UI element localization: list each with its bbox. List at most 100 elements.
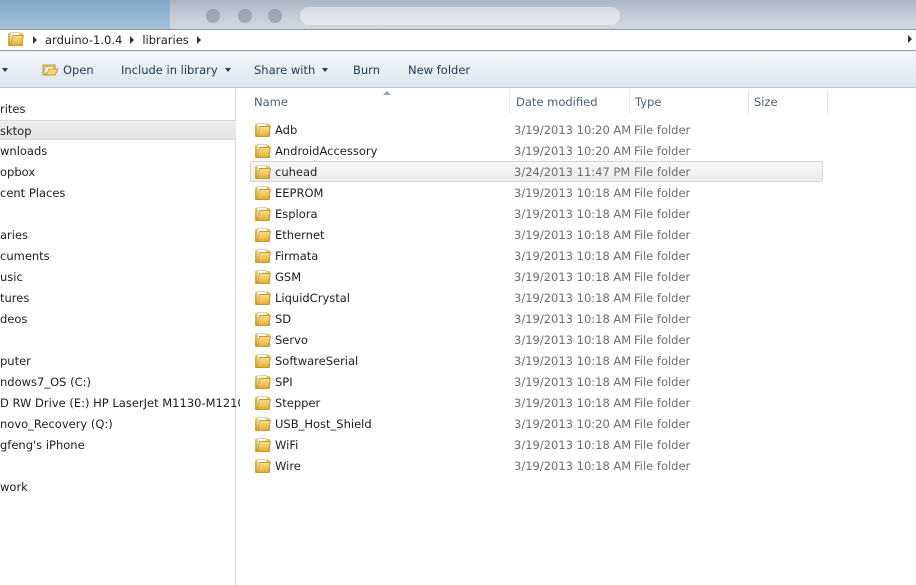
table-row[interactable]: Wire 3/19/2013 10:18 AM File folder <box>251 456 824 477</box>
file-date-modified: 3/24/2013 11:47 PM <box>514 165 631 179</box>
open-button[interactable]: Open <box>36 58 100 82</box>
organize-arrow[interactable] <box>0 58 14 82</box>
table-row[interactable]: cuhead 3/24/2013 11:47 PM File folder <box>250 161 823 182</box>
table-row[interactable]: Ethernet 3/19/2013 10:18 AM File folder <box>251 225 824 246</box>
nav-item-network[interactable]: work <box>0 477 28 497</box>
column-size-label: Size <box>754 95 778 109</box>
breadcrumb-chevron-icon[interactable] <box>33 36 37 44</box>
nav-item-pictures[interactable]: tures <box>0 288 29 308</box>
nav-item-dropbox[interactable]: opbox <box>0 162 35 182</box>
file-date-modified: 3/19/2013 10:18 AM <box>514 312 632 326</box>
file-date-modified: 3/19/2013 10:18 AM <box>514 459 632 473</box>
table-row[interactable]: Adb 3/19/2013 10:20 AM File folder <box>251 120 824 141</box>
nav-item-windows7-os[interactable]: ndows7_OS (C:) <box>0 372 91 392</box>
folder-icon <box>255 354 271 371</box>
blurred-forward-icon <box>238 9 252 23</box>
file-name: GSM <box>275 270 302 284</box>
breadcrumb-arduino[interactable]: arduino-1.0.4 <box>45 33 122 47</box>
folder-icon <box>255 165 271 182</box>
folder-icon <box>255 270 271 287</box>
table-row[interactable]: AndroidAccessory 3/19/2013 10:20 AM File f… <box>251 141 824 162</box>
nav-item-downloads[interactable]: wnloads <box>0 141 47 161</box>
blurred-url-bar <box>300 7 620 25</box>
table-row[interactable]: SoftwareSerial 3/19/2013 10:18 AM File fol… <box>251 351 824 372</box>
nav-item-dvd-drive[interactable]: D RW Drive (E:) HP LaserJet M1130-M1210 … <box>0 393 263 413</box>
nav-item-desktop[interactable]: sktop <box>0 120 236 140</box>
column-headers: Name Date modified Type Size <box>240 90 916 114</box>
new-folder-button[interactable]: New folder <box>402 58 476 82</box>
file-name: USB_Host_Shield <box>275 417 372 431</box>
file-date-modified: 3/19/2013 10:18 AM <box>514 354 632 368</box>
file-type: File folder <box>634 249 691 263</box>
table-row[interactable]: WiFi 3/19/2013 10:18 AM File folder <box>251 435 824 456</box>
table-row[interactable]: Firmata 3/19/2013 10:18 AM File folder <box>251 246 824 267</box>
file-date-modified: 3/19/2013 10:18 AM <box>514 249 632 263</box>
file-name: Servo <box>275 333 308 347</box>
file-list-pane[interactable]: Name Date modified Type Size Adb 3/19/201… <box>240 88 916 585</box>
nav-item-iphone[interactable]: gfeng's iPhone <box>0 435 85 455</box>
folder-icon <box>255 438 271 455</box>
background-blur <box>0 0 170 30</box>
file-date-modified: 3/19/2013 10:20 AM <box>514 417 632 431</box>
file-type: File folder <box>634 228 691 242</box>
file-date-modified: 3/19/2013 10:18 AM <box>514 228 632 242</box>
column-header-date[interactable]: Date modified <box>510 90 630 114</box>
navigation-pane[interactable]: rites sktop wnloads opbox cent Places ar… <box>0 88 263 585</box>
folder-icon <box>255 207 271 224</box>
folder-icon <box>255 249 271 266</box>
address-bar[interactable]: arduino-1.0.4 libraries <box>0 29 916 51</box>
breadcrumb-chevron-icon[interactable] <box>130 36 135 44</box>
column-type-label: Type <box>635 95 662 109</box>
column-header-type[interactable]: Type <box>629 90 749 114</box>
open-label: Open <box>63 63 94 77</box>
chevron-down-icon <box>322 68 329 72</box>
table-row[interactable]: Stepper 3/19/2013 10:18 AM File folder <box>251 393 824 414</box>
file-name: cuhead <box>275 165 318 179</box>
share-with-button[interactable]: Share with <box>248 58 334 82</box>
nav-item-favorites[interactable]: rites <box>0 99 26 119</box>
nav-item-recent-places[interactable]: cent Places <box>0 183 65 203</box>
blurred-back-icon <box>206 9 220 23</box>
file-name: Esplora <box>275 207 318 221</box>
file-name: Firmata <box>275 249 319 263</box>
breadcrumb-chevron-icon[interactable] <box>196 36 201 44</box>
table-row[interactable]: Esplora 3/19/2013 10:18 AM File folder <box>251 204 824 225</box>
column-header-size[interactable]: Size <box>748 90 828 114</box>
nav-item-documents[interactable]: cuments <box>0 246 50 266</box>
nav-item-computer[interactable]: puter <box>0 351 31 371</box>
column-date-label: Date modified <box>516 95 598 109</box>
folder-icon <box>255 312 271 329</box>
address-history-icon[interactable] <box>908 35 912 43</box>
nav-item-music[interactable]: usic <box>0 267 23 287</box>
column-name-label: Name <box>254 95 288 109</box>
nav-item-lenovo-recovery[interactable]: novo_Recovery (Q:) <box>0 414 113 434</box>
file-type: File folder <box>634 186 691 200</box>
folder-icon <box>255 459 271 476</box>
table-row[interactable]: Servo 3/19/2013 10:18 AM File folder <box>251 330 824 351</box>
table-row[interactable]: GSM 3/19/2013 10:18 AM File folder <box>251 267 824 288</box>
file-type: File folder <box>634 333 691 347</box>
file-date-modified: 3/19/2013 10:18 AM <box>514 333 632 347</box>
include-in-library-button[interactable]: Include in library <box>115 58 237 82</box>
burn-button[interactable]: Burn <box>347 58 386 82</box>
file-name: Wire <box>275 459 301 473</box>
nav-item-libraries[interactable]: aries <box>0 225 28 245</box>
folder-icon <box>255 228 271 245</box>
file-date-modified: 3/19/2013 10:20 AM <box>514 144 632 158</box>
table-row[interactable]: USB_Host_Shield 3/19/2013 10:20 AM File fo… <box>251 414 824 435</box>
breadcrumb-libraries[interactable]: libraries <box>142 33 188 47</box>
table-row[interactable]: EEPROM 3/19/2013 10:18 AM File folder <box>251 183 824 204</box>
file-date-modified: 3/19/2013 10:18 AM <box>514 186 632 200</box>
folder-icon <box>255 144 271 161</box>
column-header-name[interactable]: Name <box>248 90 510 114</box>
file-type: File folder <box>634 396 691 410</box>
folder-icon <box>255 375 271 392</box>
table-row[interactable]: SPI 3/19/2013 10:18 AM File folder <box>251 372 824 393</box>
sort-ascending-icon <box>383 91 391 95</box>
file-date-modified: 3/19/2013 10:18 AM <box>514 438 632 452</box>
table-row[interactable]: SD 3/19/2013 10:18 AM File folder <box>251 309 824 330</box>
table-row[interactable]: LiquidCrystal 3/19/2013 10:18 AM File fold… <box>251 288 824 309</box>
nav-item-videos[interactable]: deos <box>0 309 27 329</box>
folder-icon <box>8 31 24 49</box>
file-name: Adb <box>275 123 298 137</box>
